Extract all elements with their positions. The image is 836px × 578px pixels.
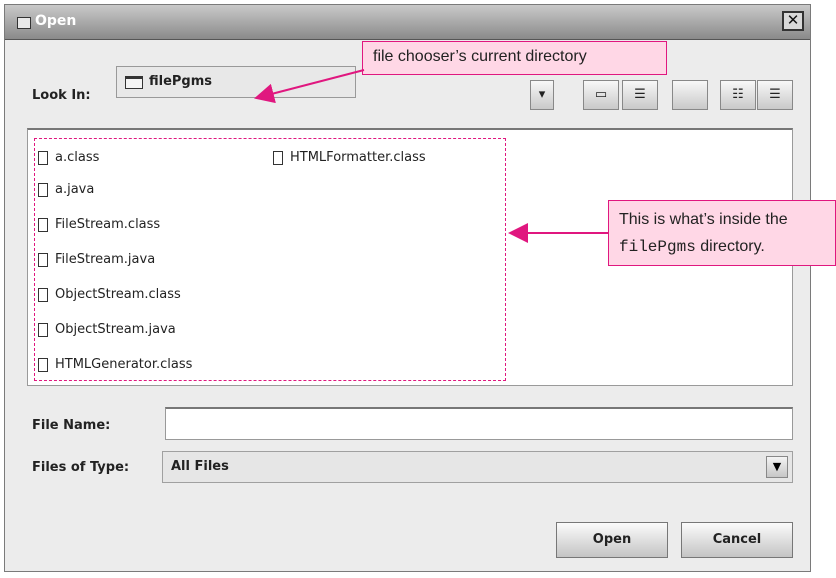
file-type-label: Files of Type: [32,460,130,475]
details-view-button[interactable]: ☰ [757,80,793,110]
chevron-down-icon: ▼ [766,456,788,478]
file-type-value: All Files [171,459,229,474]
file-name-label: File Name: [32,418,111,433]
callout-code: filePgms [619,238,696,256]
look-in-combo[interactable]: filePgms [116,66,356,98]
look-in-value: filePgms [149,74,213,89]
title-bar[interactable]: Open ✕ [5,5,810,40]
look-in-label: Look In: [32,88,91,103]
details-view-icon: ☰ [769,87,781,102]
close-button[interactable]: ✕ [782,11,804,31]
chevron-down-icon: ▾ [538,87,546,102]
up-folder-button[interactable]: ▭ [583,80,619,110]
highlight-box [34,138,506,381]
new-folder-icon: ☰ [634,87,646,102]
up-folder-icon: ▭ [594,87,608,102]
list-view-button[interactable]: ☷ [720,80,756,110]
look-in-dropdown-button[interactable]: ▾ [530,80,554,110]
callout-directory-contents: This is what’s inside the filePgms direc… [608,200,836,266]
window-icon [17,17,31,29]
file-name-input[interactable] [165,407,793,440]
callout-line-1: This is what’s inside the [619,211,788,228]
file-type-combo[interactable]: All Files ▼ [162,451,793,483]
cancel-button[interactable]: Cancel [681,522,793,558]
callout-current-directory: file chooser’s current directory [362,41,667,75]
window-title: Open [35,13,77,29]
open-button[interactable]: Open [556,522,668,558]
callout-line-2: directory. [695,238,765,255]
home-button[interactable] [672,80,708,110]
list-view-icon: ☷ [732,87,744,102]
folder-icon [125,76,143,89]
new-folder-button[interactable]: ☰ [622,80,658,110]
